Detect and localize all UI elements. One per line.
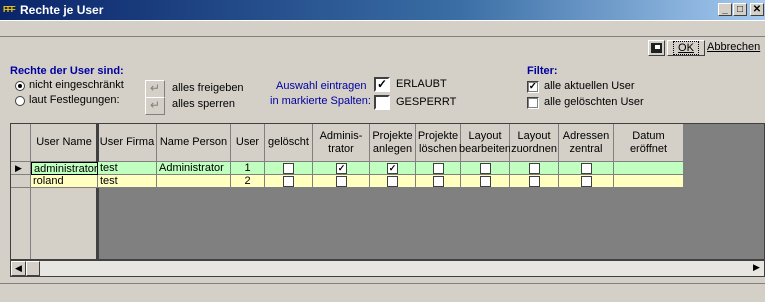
floppy-disk-icon [651, 43, 662, 53]
cell-checkbox[interactable] [480, 176, 491, 187]
col-user-header[interactable]: User [231, 124, 265, 162]
cell-checkbox[interactable] [433, 176, 444, 187]
app-icon: FFF [3, 5, 16, 14]
release-all-button[interactable]: ↵ [145, 80, 165, 98]
cell-checkbox[interactable] [433, 163, 444, 174]
lock-all-label: alles sperren [172, 98, 235, 110]
grid-cell-layout-zuordnen[interactable] [510, 162, 559, 175]
release-all-label: alles freigeben [172, 82, 244, 94]
cell-checkbox[interactable] [529, 163, 540, 174]
radio-unrestricted[interactable] [15, 81, 25, 91]
apply-label-line1: Auswahl eintragen [276, 80, 367, 92]
frozen-column-divider [96, 124, 99, 259]
col-projekte-loeschen-header[interactable]: Projekte löschen [416, 124, 461, 162]
grid-cell-datum-eroeffnet[interactable] [614, 175, 684, 188]
enter-arrow-icon: ↵ [149, 98, 161, 112]
col-projekte-anlegen-header[interactable]: Projekte anlegen [370, 124, 416, 162]
title-bar[interactable] [0, 0, 765, 20]
grid-cell-user[interactable]: 2 [231, 175, 265, 188]
cell-checkbox[interactable] [387, 176, 398, 187]
col-name-person-header[interactable]: Name Person [157, 124, 231, 162]
grid-cell-projekte-anlegen[interactable]: ✓ [370, 162, 416, 175]
cell-checkbox[interactable]: ✓ [336, 163, 347, 174]
locked-checkbox[interactable] [374, 95, 390, 110]
apply-label-line2: in markierte Spalten: [270, 95, 371, 107]
allowed-label: ERLAUBT [396, 78, 447, 90]
cell-checkbox[interactable] [529, 176, 540, 187]
allowed-checkbox[interactable]: ✓ [374, 77, 390, 92]
grid-cell-layout-bearbeiten[interactable] [461, 175, 510, 188]
radio-by-settings-label: laut Festlegungen: [29, 94, 120, 106]
locked-label: GESPERRT [396, 96, 457, 108]
grid-cell-projekte-loeschen[interactable] [416, 162, 461, 175]
radio-by-settings[interactable] [15, 96, 25, 106]
grid-cell-administrator[interactable] [313, 175, 370, 188]
minimize-button[interactable]: _ [718, 3, 732, 16]
col-user-firma-header[interactable]: User Firma [98, 124, 157, 162]
scroll-right-arrow-icon[interactable]: ▶ [753, 262, 760, 273]
cell-checkbox[interactable]: ✓ [387, 163, 398, 174]
cell-checkbox[interactable] [283, 163, 294, 174]
grid-cell-projekte-loeschen[interactable] [416, 175, 461, 188]
grid-cell-user[interactable]: 1 [231, 162, 265, 175]
close-button[interactable]: ✕ [750, 3, 764, 16]
maximize-button[interactable]: □ [733, 3, 747, 16]
filter-header: Filter: [527, 65, 558, 77]
grid-cell-geloescht[interactable] [265, 175, 313, 188]
grid-cell-geloescht[interactable] [265, 162, 313, 175]
row-selector[interactable] [11, 175, 31, 188]
current-users-checkbox[interactable]: ✓ [527, 81, 539, 93]
grid-cell-datum-eroeffnet[interactable] [614, 162, 684, 175]
col-layout-zuordnen-header[interactable]: Layout zuordnen [510, 124, 559, 162]
grid-cell-user-firma[interactable]: test [98, 175, 157, 188]
col-layout-bearbeiten-header[interactable]: Layout bearbeiten [459, 124, 511, 162]
cell-checkbox[interactable] [581, 176, 592, 187]
scroll-left-arrow-icon[interactable]: ◀ [11, 261, 26, 276]
deleted-users-label: alle gelöschten User [544, 96, 644, 108]
col-datum-eroeffnet-header[interactable]: Datum eröffnet [614, 124, 684, 162]
grid-cell-adressen-zentral[interactable] [559, 162, 614, 175]
lock-all-button[interactable]: ↵ [145, 97, 165, 115]
col-geloescht-header[interactable]: gelöscht [265, 124, 313, 162]
radio-unrestricted-label: nicht eingeschränkt [29, 79, 124, 91]
grid-cell-layout-zuordnen[interactable] [510, 175, 559, 188]
grid-cell-administrator[interactable]: ✓ [313, 162, 370, 175]
cell-checkbox[interactable] [283, 176, 294, 187]
cell-checkbox[interactable] [581, 163, 592, 174]
cell-checkbox[interactable] [336, 176, 347, 187]
grid-cell-name-person[interactable]: Administrator [157, 162, 231, 175]
col-adressen-zentral-header[interactable]: Adressen zentral [559, 124, 614, 162]
ok-button[interactable]: OK [667, 40, 705, 56]
deleted-users-checkbox[interactable] [527, 97, 539, 109]
col-administrator-header[interactable]: Adminis- trator [313, 124, 370, 162]
horizontal-scrollbar[interactable]: ◀ ▶ [10, 260, 765, 277]
cancel-button[interactable]: Abbrechen [707, 40, 765, 56]
grid-cell-layout-bearbeiten[interactable] [461, 162, 510, 175]
grid-cell-name-person[interactable] [157, 175, 231, 188]
save-button[interactable] [648, 40, 665, 56]
enter-arrow-icon: ↵ [149, 81, 161, 95]
grid-cell-adressen-zentral[interactable] [559, 175, 614, 188]
grid-corner-header [11, 124, 31, 162]
scroll-thumb[interactable] [26, 261, 40, 276]
grid-cell-user-name[interactable]: roland [31, 175, 98, 188]
grid-cell-user-firma[interactable]: test [98, 162, 157, 175]
grid-cell-user-name[interactable]: administrator [31, 162, 98, 175]
current-users-label: alle aktuellen User [544, 80, 635, 92]
user-rights-grid[interactable]: User Name User Firma Name Person User gelösc… [10, 123, 765, 260]
rights-header: Rechte der User sind: [10, 65, 124, 77]
status-bar [0, 283, 765, 302]
menu-strip [0, 20, 765, 37]
cell-checkbox[interactable] [480, 163, 491, 174]
window-title: Rechte je User [20, 3, 104, 17]
col-user-name-header[interactable]: User Name [31, 124, 98, 162]
grid-cell-projekte-anlegen[interactable] [370, 175, 416, 188]
row-selector[interactable]: ▶ [11, 162, 31, 175]
